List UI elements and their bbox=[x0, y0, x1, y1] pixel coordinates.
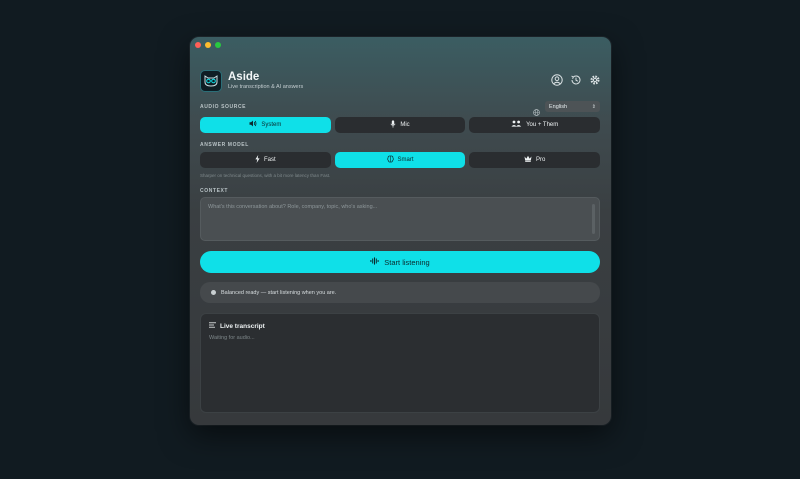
history-icon[interactable] bbox=[570, 74, 582, 86]
brain-icon bbox=[386, 155, 394, 166]
window-controls bbox=[195, 42, 221, 48]
context-textarea[interactable]: What's this conversation about? Role, co… bbox=[200, 197, 600, 241]
answer-model-segmented: Fast Smart Pro bbox=[200, 152, 601, 168]
answer-model-smart[interactable]: Smart bbox=[334, 152, 466, 168]
user-circle-icon[interactable] bbox=[551, 74, 563, 86]
speaker-icon bbox=[249, 120, 257, 130]
status-text: Balanced ready — start listening when yo… bbox=[221, 289, 337, 296]
context-scrollbar[interactable] bbox=[592, 204, 595, 234]
answer-model-fast[interactable]: Fast bbox=[200, 152, 331, 168]
audio-source-you-them-label: You + Them bbox=[526, 122, 559, 128]
globe-icon bbox=[533, 103, 540, 116]
audio-source-system[interactable]: System bbox=[200, 117, 331, 133]
language-value: English bbox=[549, 103, 568, 110]
audio-source-system-label: System bbox=[261, 122, 282, 128]
audio-source-label: AUDIO SOURCE bbox=[200, 104, 247, 110]
status-dot-icon bbox=[211, 290, 216, 295]
context-label: CONTEXT bbox=[200, 188, 229, 194]
transcript-placeholder: Waiting for audio... bbox=[209, 335, 255, 341]
crown-icon bbox=[524, 155, 532, 165]
people-icon bbox=[511, 120, 522, 130]
status-bar: Balanced ready — start listening when yo… bbox=[200, 282, 600, 303]
answer-model-label: ANSWER MODEL bbox=[200, 142, 249, 148]
gear-icon[interactable] bbox=[589, 74, 601, 86]
lines-icon bbox=[209, 322, 216, 330]
answer-model-pro-label: Pro bbox=[536, 157, 546, 163]
audio-source-you-them[interactable]: You + Them bbox=[469, 117, 601, 133]
app-title: Aside bbox=[228, 71, 260, 83]
audio-source-segmented: System Mic You + Them bbox=[200, 117, 601, 133]
chevron-updown-icon: ⇕ bbox=[591, 103, 596, 110]
bolt-icon bbox=[255, 154, 260, 166]
language-select[interactable]: English ⇕ bbox=[545, 101, 600, 112]
app-subtitle: Live transcription & AI answers bbox=[228, 84, 304, 90]
app-window: Aside Live transcription & AI answers AU… bbox=[190, 37, 611, 425]
model-hint-text: Sharper on technical questions, with a b… bbox=[200, 173, 331, 178]
answer-model-pro[interactable]: Pro bbox=[469, 152, 601, 168]
start-listening-button[interactable]: Start listening bbox=[200, 251, 600, 273]
live-transcript-panel: Live transcript Waiting for audio... bbox=[200, 313, 600, 413]
transcript-title: Live transcript bbox=[220, 322, 265, 330]
app-header: Aside Live transcription & AI answers bbox=[200, 70, 601, 94]
audio-source-mic[interactable]: Mic bbox=[334, 117, 466, 133]
context-placeholder: What's this conversation about? Role, co… bbox=[208, 204, 378, 210]
close-window-button[interactable] bbox=[195, 42, 201, 48]
zoom-window-button[interactable] bbox=[215, 42, 221, 48]
start-listening-label: Start listening bbox=[384, 257, 430, 267]
answer-model-fast-label: Fast bbox=[264, 157, 276, 163]
minimize-window-button[interactable] bbox=[205, 42, 211, 48]
audio-source-mic-label: Mic bbox=[400, 122, 410, 128]
answer-model-smart-label: Smart bbox=[397, 157, 414, 163]
microphone-icon bbox=[390, 120, 396, 131]
waveform-icon bbox=[370, 257, 379, 267]
owl-logo-icon bbox=[200, 70, 222, 92]
